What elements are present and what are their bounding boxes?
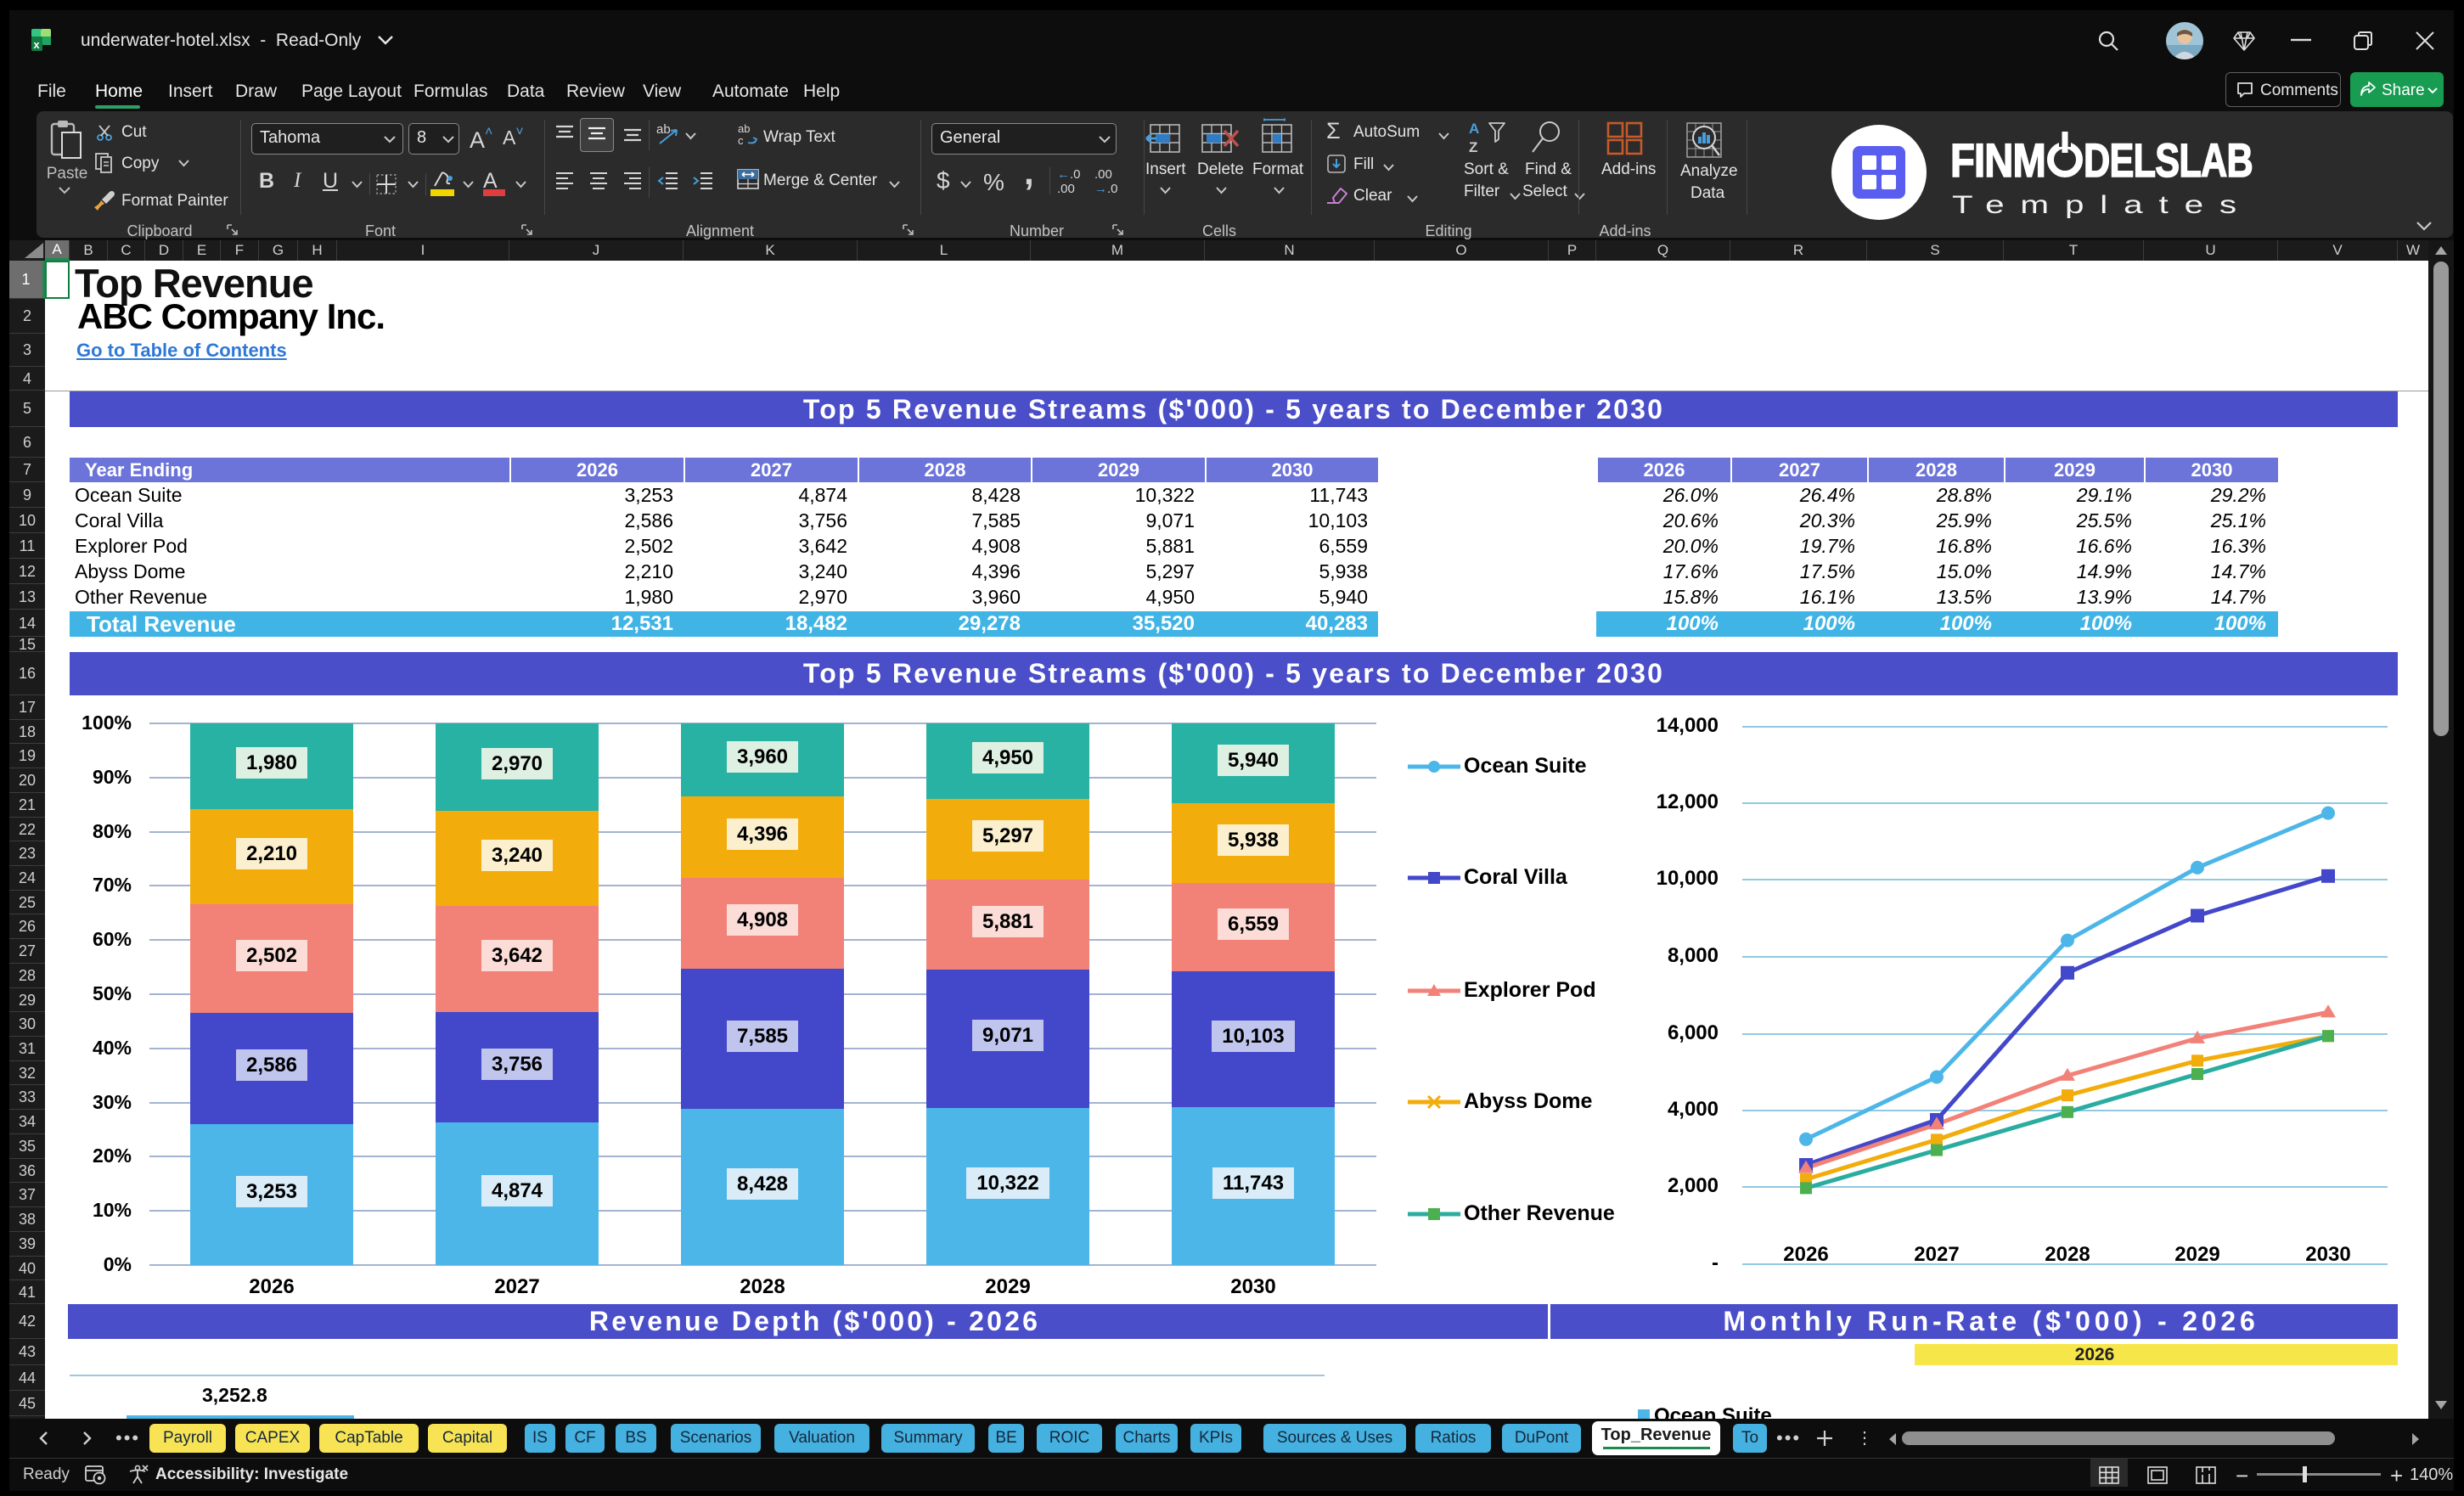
svg-text:Z: Z [1469, 139, 1477, 155]
svg-text:A: A [1469, 121, 1479, 137]
svg-text:Templates: Templates [1952, 191, 2253, 219]
svg-text:DELSLAB: DELSLAB [2084, 133, 2253, 187]
svg-text:FINM: FINM [1950, 133, 2045, 187]
svg-text:ab: ab [738, 122, 750, 135]
svg-text:ab: ab [656, 122, 671, 137]
svg-text:x: x [33, 38, 40, 51]
svg-text:c: c [738, 134, 744, 147]
